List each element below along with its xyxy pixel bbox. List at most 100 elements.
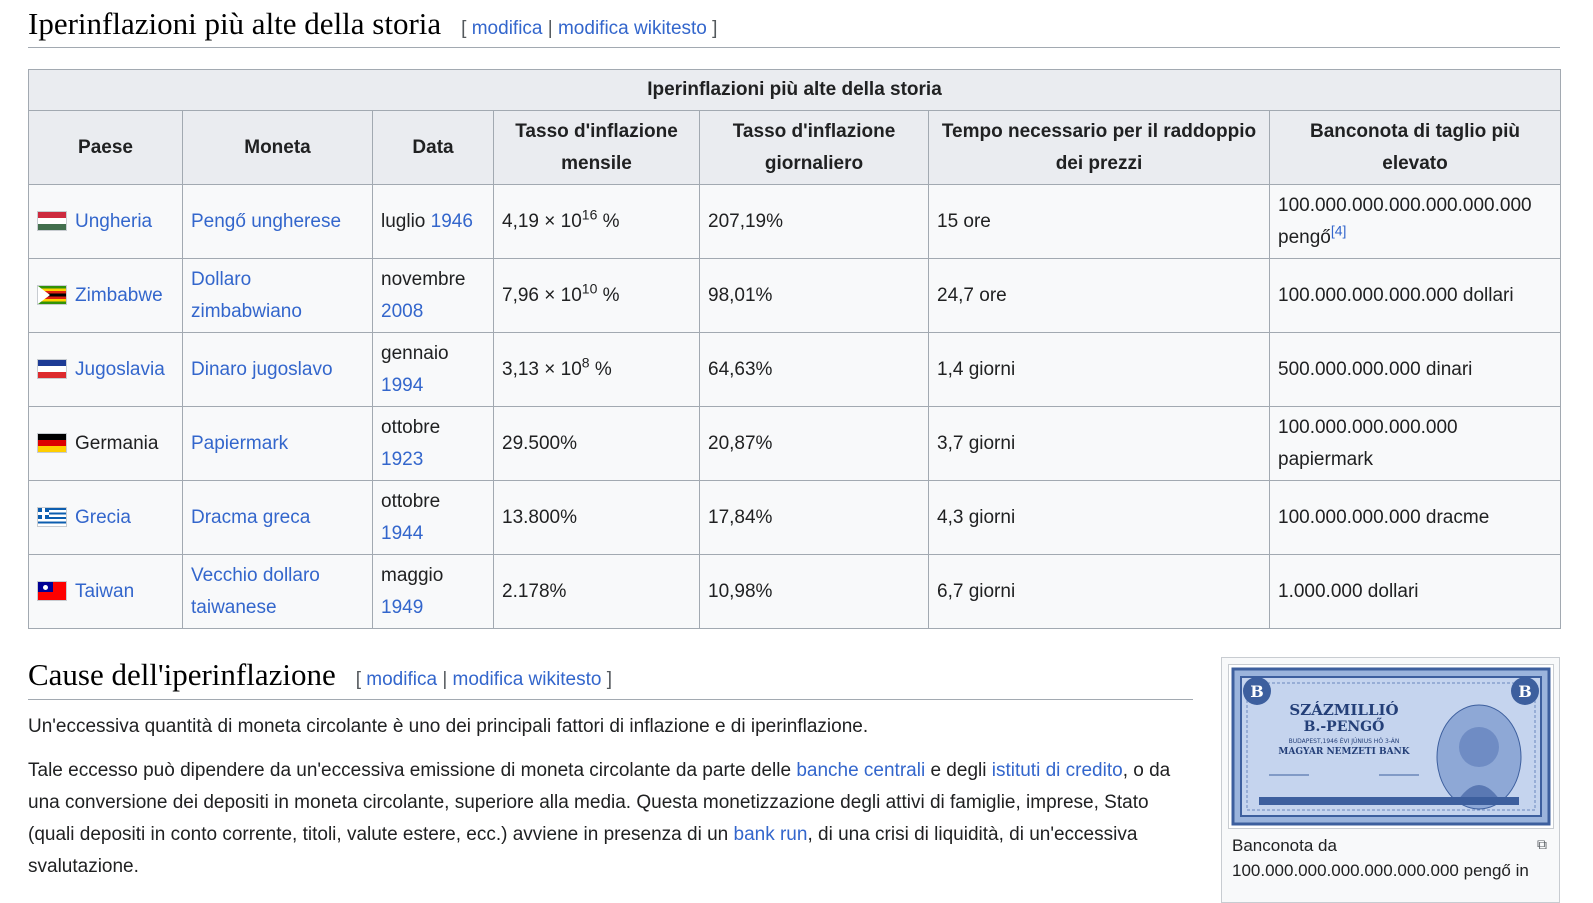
separator: | — [442, 669, 448, 690]
country-link[interactable]: Germania — [75, 433, 158, 454]
country-cell: Grecia — [28, 480, 183, 555]
currency-link[interactable]: Dracma greca — [191, 507, 310, 528]
table-header-row: Paese Moneta Data Tasso d'inflazione men… — [28, 110, 1561, 185]
currency-link[interactable]: Papiermark — [191, 433, 288, 454]
currency-link[interactable]: Pengő ungherese — [191, 211, 341, 232]
banknote-image[interactable]: B B SZÁZMILLIÓ B.-PENGŐ BUDAPEST,1946 ÉV… — [1228, 664, 1554, 829]
note-bank-text: MAGYAR NEMZETI BANK — [1278, 747, 1410, 757]
yugoslavia-flag-icon — [37, 359, 67, 380]
year-link[interactable]: 1946 — [431, 211, 473, 232]
edit-link[interactable]: modifica — [366, 669, 437, 690]
table-row: Germania Papiermark ottobre 1923 29.500%… — [28, 406, 1561, 481]
paragraph-text: Tale eccesso può dipendere da un'eccessi… — [28, 760, 797, 781]
header-highest-banknote: Banconota di taglio più elevato — [1269, 110, 1561, 185]
country-link[interactable]: Grecia — [75, 507, 131, 528]
paragraph-text: e degli — [925, 760, 992, 781]
date-month: gennaio — [381, 342, 449, 364]
note-corner-right: B — [1518, 682, 1532, 701]
banknote-cell: 100.000.000.000 dracme — [1269, 480, 1561, 555]
date-month: maggio — [381, 564, 444, 586]
rate-suffix: % — [597, 284, 620, 306]
hyperinflation-table: Iperinflazioni più alte della storia Pae… — [28, 69, 1561, 629]
monthly-rate-cell: 7,96 × 1010 % — [493, 258, 700, 333]
country-link[interactable]: Zimbabwe — [75, 285, 163, 306]
edit-section-links: [ modifica | modifica wikitesto ] — [461, 18, 717, 40]
daily-rate-cell: 98,01% — [699, 258, 929, 333]
currency-link[interactable]: Dinaro jugoslavo — [191, 359, 333, 380]
year-link[interactable]: 1923 — [381, 449, 423, 470]
monthly-rate-cell: 2.178% — [493, 554, 700, 629]
header-doubling-time: Tempo necessario per il raddoppio dei pr… — [928, 110, 1270, 185]
rate-exponent: 10 — [581, 280, 598, 297]
footnote-ref-link[interactable]: [4] — [1331, 222, 1347, 238]
thumbnail-caption: Banconota da 100.000.000.000.000.000.000… — [1232, 836, 1529, 880]
bracket-open: [ — [355, 669, 361, 690]
edit-link[interactable]: modifica — [472, 18, 543, 39]
country-link[interactable]: Taiwan — [75, 581, 134, 602]
banknote-cell: 100.000.000.000.000 papiermark — [1269, 406, 1561, 481]
year-link[interactable]: 1944 — [381, 523, 423, 544]
year-link[interactable]: 2008 — [381, 301, 423, 322]
banknote-cell: 100.000.000.000.000 dollari — [1269, 258, 1561, 333]
date-cell: maggio 1949 — [372, 554, 494, 629]
country-cell: Taiwan — [28, 554, 183, 629]
date-month: luglio — [381, 210, 426, 232]
edit-section-links: [ modifica | modifica wikitesto ] — [356, 669, 612, 691]
section-heading-causes: Cause dell'iperinflazione [ modifica | m… — [28, 657, 1193, 700]
year-link[interactable]: 1949 — [381, 597, 423, 618]
thumbnail-figure: B B SZÁZMILLIÓ B.-PENGŐ BUDAPEST,1946 ÉV… — [1221, 657, 1560, 903]
note-small-text: BUDAPEST,1946 ÉVI JÚNIUS HÓ 3-ÁN — [1289, 737, 1400, 745]
header-daily-rate: Tasso d'inflazione giornaliero — [699, 110, 929, 185]
banknote-value: 100.000.000.000.000.000.000 pengő — [1278, 194, 1532, 248]
credit-institutions-link[interactable]: istituti di credito — [992, 760, 1123, 781]
note-title-text: SZÁZMILLIÓ — [1289, 701, 1398, 719]
rate-exponent: 8 — [581, 354, 590, 371]
currency-link[interactable]: Dollaro zimbabwiano — [191, 269, 302, 322]
rate-suffix: % — [589, 358, 612, 380]
germany-flag-icon — [37, 433, 67, 454]
currency-link[interactable]: Vecchio dollaro taiwanese — [191, 565, 320, 618]
separator: | — [547, 18, 553, 39]
note-corner-left: B — [1250, 682, 1264, 701]
country-link[interactable]: Ungheria — [75, 211, 152, 232]
banknote-cell: 1.000.000 dollari — [1269, 554, 1561, 629]
country-cell: Germania — [28, 406, 183, 481]
rate-suffix: % — [597, 210, 620, 232]
zimbabwe-flag-icon — [37, 285, 67, 306]
header-country: Paese — [28, 110, 183, 185]
greece-flag-icon — [37, 507, 67, 528]
section-title: Iperinflazioni più alte della storia — [28, 6, 442, 41]
bracket-open: [ — [461, 18, 467, 39]
header-currency: Moneta — [182, 110, 373, 185]
currency-cell: Papiermark — [182, 406, 373, 481]
table-row: Zimbabwe Dollaro zimbabwiano novembre 20… — [28, 258, 1561, 333]
date-cell: ottobre 1944 — [372, 480, 494, 555]
date-cell: novembre 2008 — [372, 258, 494, 333]
monthly-rate-cell: 29.500% — [493, 406, 700, 481]
rate-base: 4,19 × 10 — [502, 210, 582, 232]
monthly-rate-cell: 13.800% — [493, 480, 700, 555]
section-title: Cause dell'iperinflazione — [28, 657, 336, 692]
paragraph: Tale eccesso può dipendere da un'eccessi… — [28, 755, 1178, 883]
date-cell: luglio 1946 — [372, 184, 494, 259]
year-link[interactable]: 1994 — [381, 375, 423, 396]
edit-wikitext-link[interactable]: modifica wikitesto — [558, 18, 707, 39]
section-heading-hyperinflations: Iperinflazioni più alte della storia [ m… — [28, 6, 1560, 48]
currency-cell: Dinaro jugoslavo — [182, 332, 373, 407]
currency-cell: Dollaro zimbabwiano — [182, 258, 373, 333]
monthly-rate-cell: 3,13 × 108 % — [493, 332, 700, 407]
country-link[interactable]: Jugoslavia — [75, 359, 165, 380]
doubling-time-cell: 3,7 giorni — [928, 406, 1270, 481]
hungary-flag-icon — [37, 211, 67, 232]
table-row: Grecia Dracma greca ottobre 1944 13.800%… — [28, 480, 1561, 555]
doubling-time-cell: 24,7 ore — [928, 258, 1270, 333]
daily-rate-cell: 64,63% — [699, 332, 929, 407]
daily-rate-cell: 207,19% — [699, 184, 929, 259]
central-banks-link[interactable]: banche centrali — [796, 760, 925, 781]
daily-rate-cell: 17,84% — [699, 480, 929, 555]
edit-wikitext-link[interactable]: modifica wikitesto — [453, 669, 602, 690]
bank-run-link[interactable]: bank run — [734, 824, 808, 845]
daily-rate-cell: 10,98% — [699, 554, 929, 629]
note-subtitle-text: B.-PENGŐ — [1304, 717, 1385, 735]
banknote-cell: 500.000.000.000 dinari — [1269, 332, 1561, 407]
